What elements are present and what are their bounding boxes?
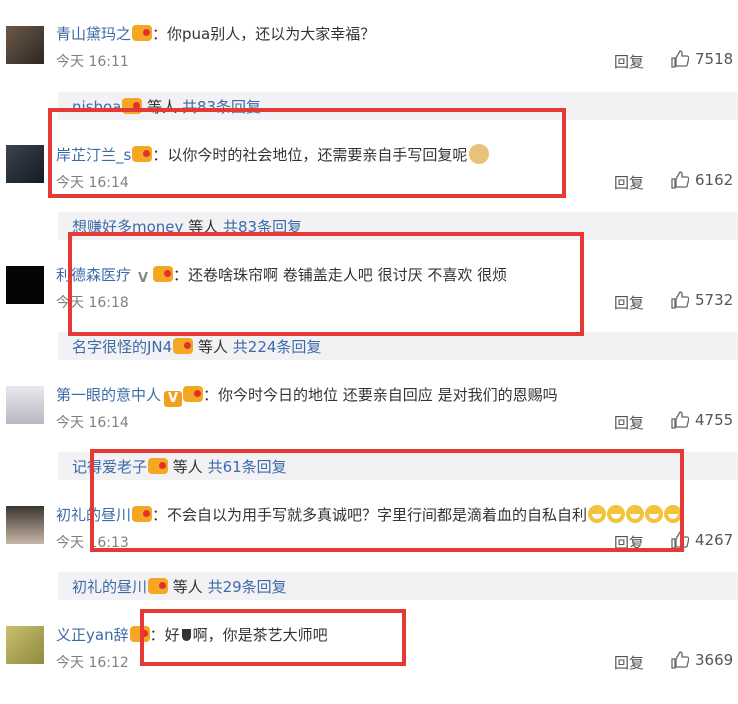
highlight-box [90, 449, 684, 552]
reply-count-link[interactable]: 共224条回复 [233, 338, 322, 356]
sub-replies-text: 名字很怪的JN4 等人 共224条回复 [72, 336, 321, 357]
avatar[interactable] [6, 145, 44, 183]
avatar[interactable] [6, 26, 44, 64]
comment-username[interactable]: 义正yan辞 [56, 626, 129, 644]
sub-reply-username[interactable]: 名字很怪的JN4 [72, 338, 172, 356]
comment-text: 你pua别人，还以为大家幸福？ [167, 25, 376, 43]
like-count: 3669 [695, 651, 734, 669]
separator: ： [152, 25, 168, 43]
comment-time: 今天 16:12 [56, 655, 129, 671]
comment-time: 今天 16:11 [56, 54, 129, 70]
like-button[interactable]: 7518 [671, 50, 733, 68]
thumbs-up-icon [671, 411, 690, 429]
comment-time: 今天 16:14 [56, 415, 129, 431]
like-count: 6162 [695, 171, 734, 189]
like-button[interactable]: 6162 [671, 171, 733, 189]
reply-button[interactable]: 回复 [614, 172, 644, 193]
reply-button[interactable]: 回复 [614, 292, 644, 313]
thumbs-up-icon [671, 291, 690, 309]
highlight-box [140, 609, 406, 666]
sub-suffix: 等人 [197, 338, 228, 356]
avatar[interactable] [6, 386, 44, 424]
sub-replies-bar[interactable]: 初礼的昼川 等人 共29条回复 [58, 572, 738, 600]
like-count: 7518 [695, 50, 734, 68]
verified-v-icon: V [164, 391, 183, 407]
thumbs-up-icon [671, 171, 690, 189]
reply-button[interactable]: 回复 [614, 652, 644, 673]
member-badge-icon [132, 25, 153, 41]
sub-reply-username[interactable]: 初礼的昼川 [72, 578, 147, 596]
like-count: 5732 [695, 291, 734, 309]
member-badge-icon [148, 578, 169, 594]
like-button[interactable]: 3669 [671, 651, 733, 669]
comment-line: 青山黛玛之 ：你pua别人，还以为大家幸福？ [56, 23, 375, 44]
comment-text: 你今时今日的地位 还要亲自回应 是对我们的恩赐吗 [218, 386, 558, 404]
reply-button[interactable]: 回复 [614, 51, 644, 72]
like-count: 4267 [695, 531, 734, 549]
comment-username[interactable]: 青山黛玛之 [56, 25, 131, 43]
highlight-box [68, 232, 584, 336]
member-badge-icon [183, 386, 204, 402]
comment-username[interactable]: 第一眼的意中人 [56, 386, 161, 404]
reply-count-link[interactable]: 共29条回复 [208, 578, 287, 596]
highlight-box [48, 108, 566, 198]
sub-replies-text: 初礼的昼川 等人 共29条回复 [72, 576, 287, 597]
sub-replies-bar[interactable]: 名字很怪的JN4 等人 共224条回复 [58, 332, 738, 360]
like-count: 4755 [695, 411, 734, 429]
like-button[interactable]: 5732 [671, 291, 733, 309]
reply-button[interactable]: 回复 [614, 412, 644, 433]
avatar[interactable] [6, 266, 44, 304]
avatar[interactable] [6, 506, 44, 544]
thumbs-up-icon [671, 50, 690, 68]
separator: ： [203, 386, 219, 404]
avatar[interactable] [6, 626, 44, 664]
comment-line: 第一眼的意中人 V ：你今时今日的地位 还要亲自回应 是对我们的恩赐吗 [56, 384, 558, 407]
sub-suffix: 等人 [172, 578, 203, 596]
like-button[interactable]: 4755 [671, 411, 733, 429]
member-badge-icon [173, 338, 194, 354]
thumbs-up-icon [671, 651, 690, 669]
